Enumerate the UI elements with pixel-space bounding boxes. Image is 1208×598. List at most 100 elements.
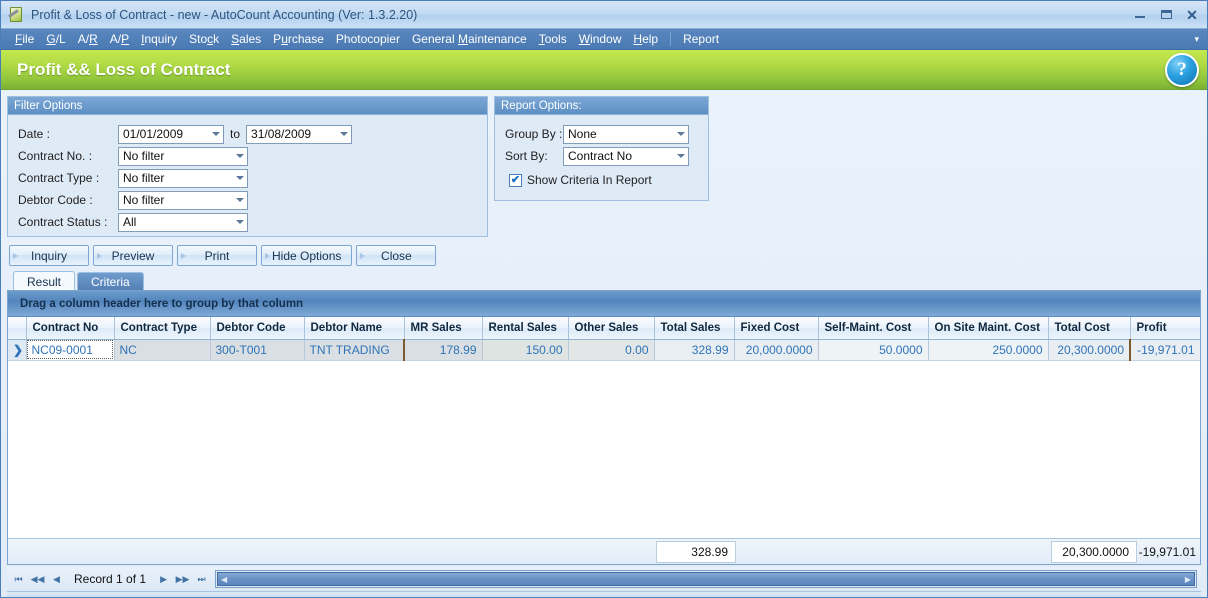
filter-options-heading: Filter Options [8, 97, 487, 115]
chevron-down-icon[interactable] [208, 132, 223, 136]
chevron-down-icon[interactable] [232, 198, 247, 202]
tab-result[interactable]: Result [13, 271, 76, 291]
last-record-button[interactable]: ⏭ [192, 570, 211, 588]
chevron-down-icon[interactable] [336, 132, 351, 136]
cell-fixed-cost[interactable]: 20,000.0000 [734, 339, 819, 361]
record-count-label: Record 1 of 1 [74, 572, 147, 586]
menu-item-help[interactable]: Help [627, 29, 664, 49]
menu-item-tools[interactable]: Tools [533, 29, 573, 49]
prev-record-button[interactable]: ◀ [47, 570, 66, 588]
column-header-on-site-maint-cost[interactable]: On Site Maint. Cost [928, 317, 1049, 340]
status-bar [7, 591, 1201, 597]
contract-status-select[interactable]: All [118, 212, 248, 232]
menu-item-purchase[interactable]: Purchase [267, 29, 330, 49]
cell-contract-no[interactable]: NC09-0001 [26, 339, 115, 361]
column-header-contract-no[interactable]: Contract No [26, 317, 115, 340]
cell-other-sales[interactable]: 0.00 [568, 339, 655, 361]
chevron-down-icon[interactable]: ▾ [1194, 34, 1207, 45]
cell-rental-sales[interactable]: 150.00 [482, 339, 569, 361]
inquiry-button[interactable]: Inquiry [9, 245, 89, 266]
scroll-right-arrow-icon[interactable]: ▶ [1185, 575, 1191, 584]
menu-item-ap[interactable]: A/P [104, 29, 135, 49]
contract-no-row: Contract No. : No filter [18, 145, 477, 167]
column-header-total-sales[interactable]: Total Sales [654, 317, 735, 340]
next-record-button[interactable]: ▶ [154, 570, 173, 588]
menu-item-general-maintenance[interactable]: General Maintenance [406, 29, 533, 49]
report-options-panel: Report Options: Group By : None Sort By:… [494, 96, 709, 201]
cell-mr-sales[interactable]: 178.99 [403, 339, 483, 361]
print-button[interactable]: Print [177, 245, 257, 266]
menu-item-inquiry[interactable]: Inquiry [135, 29, 183, 49]
scrollbar-thumb[interactable]: ◀ ▶ [217, 572, 1195, 586]
column-header-fixed-cost[interactable]: Fixed Cost [734, 317, 819, 340]
minimize-button[interactable] [1127, 5, 1153, 25]
summary-total-cost: 20,300.0000 [1051, 540, 1137, 563]
cell-contract-type[interactable]: NC [114, 339, 211, 361]
data-table: Contract No Contract Type Debtor Code De… [8, 317, 1200, 361]
group-by-select[interactable]: None [563, 124, 689, 144]
menu-item-stock[interactable]: Stock [183, 29, 225, 49]
column-header-profit[interactable]: Profit [1130, 317, 1200, 340]
close-options-button[interactable]: Close [356, 245, 437, 266]
preview-button[interactable]: Preview [93, 245, 173, 266]
column-header-mr-sales[interactable]: MR Sales [404, 317, 483, 340]
row-indicator: ❯ [8, 339, 27, 361]
chevron-down-icon[interactable] [673, 132, 688, 136]
contract-type-select[interactable]: No filter [118, 168, 248, 188]
column-header-debtor-code[interactable]: Debtor Code [210, 317, 305, 340]
sort-by-select[interactable]: Contract No [563, 146, 689, 166]
date-from-input[interactable]: 01/01/2009 [118, 124, 224, 144]
record-navigator: ⏮ ◀◀ ◀ Record 1 of 1 ▶ ▶▶ ⏭ ◀ ▶ [7, 567, 1201, 591]
chevron-down-icon[interactable] [232, 176, 247, 180]
menu-item-gl[interactable]: G/L [40, 29, 71, 49]
help-button[interactable]: ? [1165, 53, 1199, 87]
column-header-total-cost[interactable]: Total Cost [1048, 317, 1131, 340]
scroll-left-arrow-icon[interactable]: ◀ [221, 575, 227, 584]
menu-item-sales[interactable]: Sales [225, 29, 267, 49]
grid-empty-area [8, 360, 1200, 538]
horizontal-scrollbar[interactable]: ◀ ▶ [215, 570, 1197, 588]
maximize-button[interactable] [1153, 5, 1179, 25]
contract-type-row: Contract Type : No filter [18, 167, 477, 189]
next-page-button[interactable]: ▶▶ [173, 570, 192, 588]
date-to-input[interactable]: 31/08/2009 [246, 124, 353, 144]
group-by-drop-area[interactable]: Drag a column header here to group by th… [8, 291, 1200, 317]
contract-no-select[interactable]: No filter [118, 146, 248, 166]
column-header-rental-sales[interactable]: Rental Sales [482, 317, 569, 340]
show-criteria-label: Show Criteria In Report [527, 173, 652, 187]
show-criteria-checkbox-row[interactable]: ✔ Show Criteria In Report [505, 173, 698, 187]
cell-self-maint-cost[interactable]: 50.0000 [818, 339, 929, 361]
menu-item-photocopier[interactable]: Photocopier [330, 29, 406, 49]
hide-options-button[interactable]: Hide Options [261, 245, 353, 266]
column-header-contract-type[interactable]: Contract Type [114, 317, 211, 340]
chevron-down-icon[interactable] [673, 154, 688, 158]
cell-debtor-name[interactable]: TNT TRADING [304, 339, 405, 361]
page-title: Profit && Loss of Contract [17, 59, 231, 79]
cell-on-site-maint-cost[interactable]: 250.0000 [928, 339, 1049, 361]
chevron-down-icon[interactable] [232, 220, 247, 224]
first-record-button[interactable]: ⏮ [9, 570, 28, 588]
column-header-self-maint-cost[interactable]: Self-Maint. Cost [818, 317, 929, 340]
debtor-code-select[interactable]: No filter [118, 190, 248, 210]
table-row[interactable]: ❯ NC09-0001 NC 300-T001 TNT TRADING 178.… [8, 339, 1200, 361]
menu-item-ar[interactable]: A/R [72, 29, 104, 49]
tab-criteria[interactable]: Criteria [77, 272, 144, 291]
chevron-down-icon[interactable] [232, 154, 247, 158]
row-header-corner [8, 317, 27, 340]
menu-item-file[interactable]: File [9, 29, 40, 49]
debtor-code-label: Debtor Code : [18, 193, 93, 207]
cell-total-sales[interactable]: 328.99 [654, 339, 735, 361]
prev-page-button[interactable]: ◀◀ [28, 570, 47, 588]
report-options-heading: Report Options: [495, 97, 708, 115]
cell-debtor-code[interactable]: 300-T001 [210, 339, 305, 361]
cell-profit[interactable]: -19,971.01 [1129, 339, 1200, 361]
column-header-other-sales[interactable]: Other Sales [568, 317, 655, 340]
menu-item-report[interactable]: Report [677, 29, 725, 49]
menu-item-window[interactable]: Window [573, 29, 628, 49]
show-criteria-checkbox[interactable]: ✔ [509, 173, 522, 187]
group-by-value: None [568, 126, 597, 141]
column-header-debtor-name[interactable]: Debtor Name [304, 317, 405, 340]
cell-total-cost[interactable]: 20,300.0000 [1048, 339, 1131, 361]
contract-status-row: Contract Status : All [18, 211, 477, 233]
close-button[interactable]: ✕ [1179, 5, 1205, 25]
